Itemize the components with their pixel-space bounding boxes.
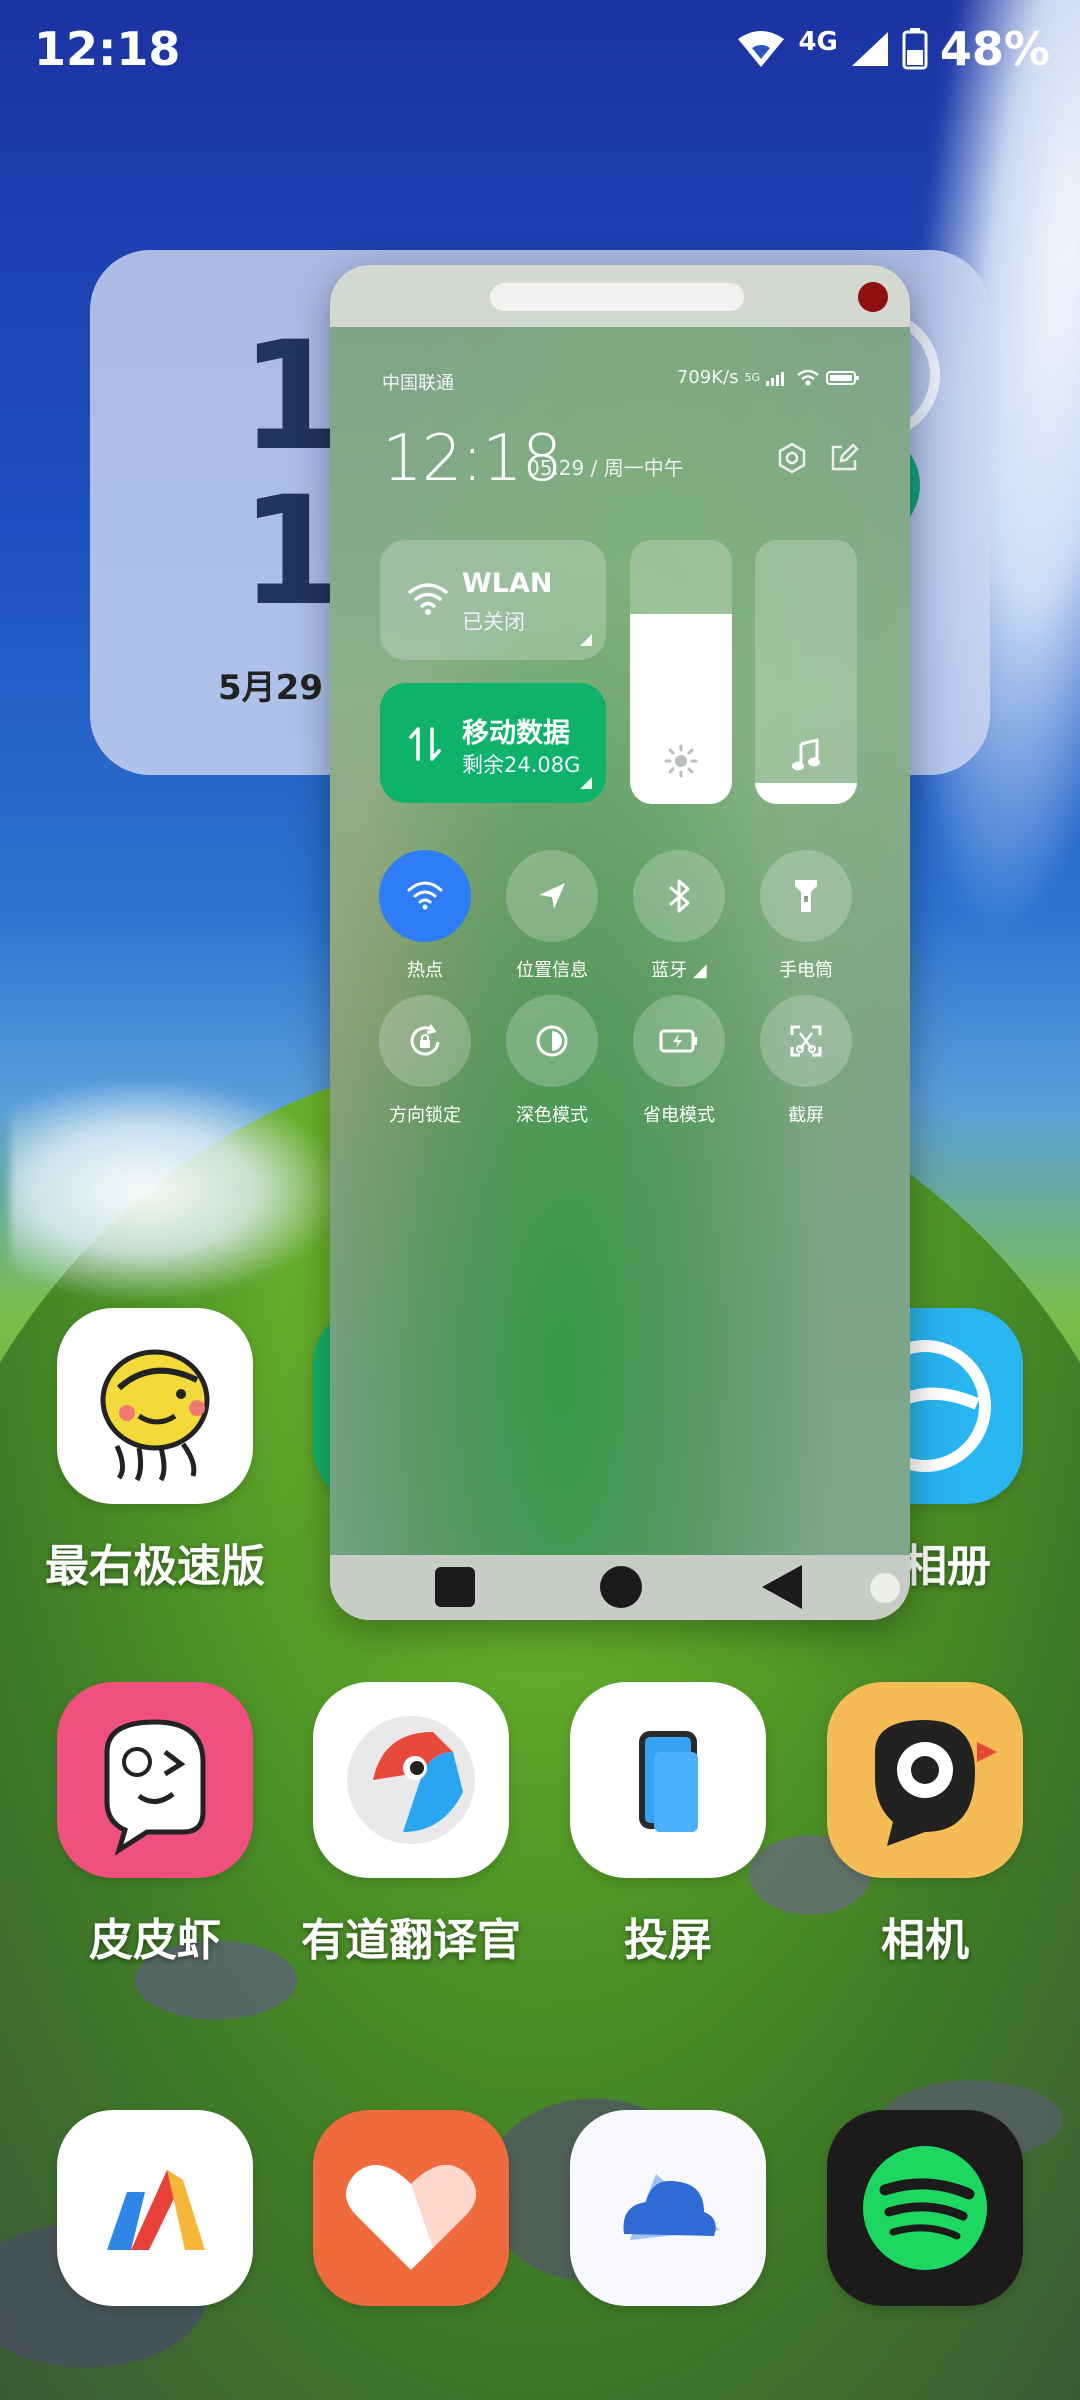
signal-icon: [851, 32, 888, 66]
net-type: 5G: [744, 371, 760, 384]
mini-battery-icon: [826, 370, 859, 385]
signal-bars-icon: [766, 371, 784, 386]
wifi-icon: [738, 31, 785, 67]
toggle-location[interactable]: 位置信息: [497, 850, 607, 982]
dock-app-vector[interactable]: [57, 2110, 253, 2306]
toggle-label: 方向锁定: [389, 1105, 461, 1126]
pipixia-icon: [57, 1682, 253, 1878]
brightness-icon: [630, 744, 732, 786]
battery-percent: 48%: [939, 22, 1050, 76]
toggle-label: 位置信息: [516, 960, 588, 981]
wlan-status: 已关闭: [462, 610, 525, 634]
mobile-data-title: 移动数据: [462, 718, 570, 749]
toggle-rotation-lock[interactable]: 方向锁定: [370, 995, 480, 1127]
toggle-battery-saver[interactable]: 省电模式: [624, 995, 734, 1127]
location-icon: [506, 850, 598, 942]
expand-corner-icon: [580, 777, 592, 789]
cc-date: 05.29 / 周一中午: [527, 456, 684, 480]
app-label: 相机: [881, 1915, 969, 1966]
toggle-label: 热点: [407, 960, 443, 981]
app-youdao[interactable]: 有道翻译官: [301, 1682, 521, 1966]
brightness-slider[interactable]: [630, 540, 732, 804]
toggle-label: 蓝牙 ◢: [651, 960, 707, 981]
bluetooth-icon: [633, 850, 725, 942]
toggle-dark-mode[interactable]: 深色模式: [497, 995, 607, 1127]
mobile-data-tile[interactable]: 移动数据 剩余24.08G: [380, 683, 606, 803]
status-bar: 12:18 4G 48%: [0, 0, 1080, 100]
health-heart-icon: [313, 2110, 509, 2306]
resize-dot[interactable]: [870, 1573, 900, 1603]
volume-fill: [755, 782, 857, 804]
dock-app-spotify[interactable]: [827, 2110, 1023, 2306]
settings-hex-icon[interactable]: [776, 442, 808, 474]
status-icons: 4G 48%: [736, 22, 1050, 76]
toggle-bluetooth[interactable]: 蓝牙 ◢: [624, 850, 734, 982]
expand-corner-icon: [580, 634, 592, 646]
hotspot-icon: [379, 850, 471, 942]
toggle-flashlight[interactable]: 手电筒: [751, 850, 861, 982]
toggle-label: 手电筒: [779, 960, 833, 981]
vector-app-icon: [57, 2110, 253, 2306]
app-camera[interactable]: 相机: [827, 1682, 1023, 1966]
toggle-label: 截屏: [788, 1105, 824, 1126]
close-button[interactable]: [858, 282, 888, 312]
mini-wifi-icon: [797, 369, 819, 385]
camera-icon: [827, 1682, 1023, 1878]
recents-button[interactable]: [435, 1567, 475, 1607]
wallpaper-cloud-left: [10, 1080, 340, 1300]
mobile-data-remaining: 剩余24.08G: [462, 753, 581, 777]
floating-window[interactable]: 中国联通 709K/s 5G 12:18 05.29 / 周一中午 WLAN 已…: [330, 265, 910, 1620]
control-center: 中国联通 709K/s 5G 12:18 05.29 / 周一中午 WLAN 已…: [330, 327, 910, 1555]
floating-window-titlebar[interactable]: [330, 265, 910, 327]
drag-handle[interactable]: [490, 283, 744, 311]
mobile-data-icon: [409, 727, 441, 761]
dock-app-cloud[interactable]: [570, 2110, 766, 2306]
mini-status-icons: 709K/s 5G: [677, 367, 860, 388]
home-button[interactable]: [600, 1566, 642, 1608]
app-screencast[interactable]: 投屏: [570, 1682, 766, 1966]
back-button[interactable]: [762, 1565, 802, 1609]
screencast-icon: [570, 1682, 766, 1878]
volume-slider[interactable]: [755, 540, 857, 804]
floating-window-nav-bar: [330, 1555, 910, 1620]
app-pipixia[interactable]: 皮皮虾: [57, 1682, 253, 1966]
music-note-icon: [755, 738, 857, 780]
network-type: 4G: [798, 27, 838, 57]
network-speed: 709K/s: [676, 367, 739, 388]
toggle-label: 深色模式: [516, 1105, 588, 1126]
youdao-translator-icon: [313, 1682, 509, 1878]
app-zuiyou[interactable]: 最右极速版: [45, 1308, 265, 1592]
wlan-icon: [408, 583, 448, 615]
carrier-name: 中国联通: [382, 373, 454, 394]
app-label: 最右极速版: [45, 1541, 265, 1592]
dock-app-health[interactable]: [313, 2110, 509, 2306]
cloud-app-icon: [570, 2110, 766, 2306]
toggle-label: 省电模式: [643, 1105, 715, 1126]
status-time: 12:18: [34, 22, 181, 76]
toggle-hotspot[interactable]: 热点: [370, 850, 480, 982]
toggle-screenshot[interactable]: 截屏: [751, 995, 861, 1127]
zuiyou-icon: [57, 1308, 253, 1504]
battery-saver-icon: [633, 995, 725, 1087]
wlan-tile[interactable]: WLAN 已关闭: [380, 540, 606, 660]
wlan-title: WLAN: [462, 568, 553, 599]
rotation-lock-icon: [379, 995, 471, 1087]
flashlight-icon: [760, 850, 852, 942]
edit-icon[interactable]: [828, 442, 860, 474]
dark-mode-icon: [506, 995, 598, 1087]
spotify-icon: [827, 2110, 1023, 2306]
battery-icon: [902, 28, 928, 70]
screenshot-icon: [760, 995, 852, 1087]
clock-date: 5月29: [218, 668, 323, 708]
